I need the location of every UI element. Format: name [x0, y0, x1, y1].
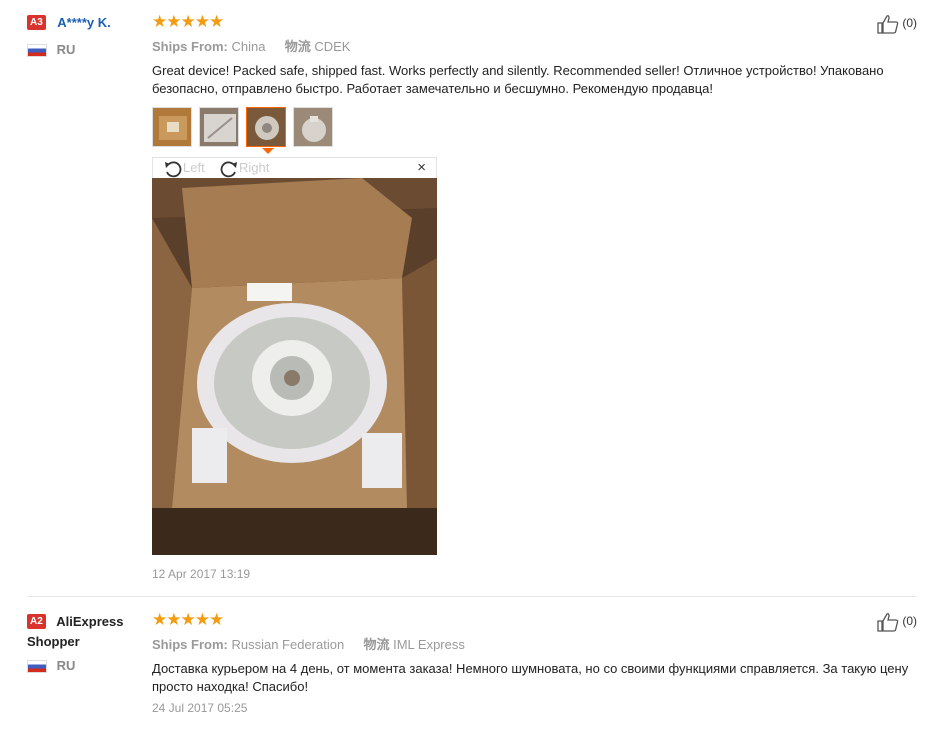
reviewer-country: RU: [27, 658, 147, 673]
review-item: A2 AliExpress Shopper RU ★★★★★ Ships Fro…: [0, 598, 950, 729]
ships-from-value: China: [231, 39, 266, 54]
photo-thumbnail[interactable]: [152, 107, 192, 147]
ships-from-value: Russian Federation: [231, 637, 345, 652]
reviewer-info: A2 AliExpress Shopper RU: [27, 612, 147, 673]
photo-viewer-toolbar: Left Right ×: [152, 157, 437, 179]
helpful-button[interactable]: (0): [876, 612, 917, 632]
ships-from-label: Ships From:: [152, 39, 228, 54]
review-date: 24 Jul 2017 05:25: [152, 701, 248, 715]
ships-from-label: Ships From:: [152, 637, 228, 652]
logistics-label: 物流: [284, 39, 311, 54]
logistics-label: 物流: [363, 637, 390, 652]
star-rating: ★★★★★: [152, 12, 224, 31]
close-viewer-button[interactable]: ×: [417, 158, 426, 178]
thumbs-up-icon: [877, 15, 899, 34]
helpful-button[interactable]: (0): [876, 14, 917, 34]
review-text: Great device! Packed safe, shipped fast.…: [152, 63, 884, 96]
helpful-count: (0): [902, 16, 917, 31]
rotate-right-icon: [220, 161, 237, 177]
photo-thumbnail[interactable]: [199, 107, 239, 147]
rotate-left-label: Left: [183, 160, 205, 175]
review-text: Доставка курьером на 4 день, от момента …: [152, 661, 909, 694]
photo-viewer: Left Right ×: [152, 157, 437, 555]
reviewer-country: RU: [27, 42, 147, 58]
buyer-level-badge: A3: [27, 15, 46, 31]
rotate-right-label: Right: [239, 160, 270, 175]
country-code: RU: [56, 657, 76, 673]
country-code: RU: [56, 42, 76, 57]
rotate-left-icon: [165, 161, 182, 177]
review-photo-thumbnails: [152, 107, 912, 154]
helpful-count: (0): [902, 614, 917, 629]
shipping-info: Ships From: China 物流 CDEK: [152, 36, 912, 55]
rotate-left-button[interactable]: Left: [163, 158, 205, 178]
shipping-info: Ships From: Russian Federation 物流 IML Ex…: [152, 634, 912, 653]
review-date: 12 Apr 2017 13:19: [152, 567, 251, 581]
review-divider: [27, 596, 917, 597]
photo-thumbnail-selected[interactable]: [246, 107, 286, 147]
rotate-right-button[interactable]: Right: [219, 158, 269, 178]
logistics-value: IML Express: [393, 637, 465, 652]
review-photo-large: [152, 178, 437, 555]
russia-flag-icon: [27, 659, 47, 673]
review-item: A3 A****y K. RU ★★★★★ Ships From: China …: [0, 0, 950, 596]
photo-thumbnail[interactable]: [293, 107, 333, 147]
logistics-value: CDEK: [314, 39, 351, 54]
reviewer-info: A3 A****y K. RU: [27, 14, 147, 58]
star-rating: ★★★★★: [152, 610, 224, 629]
reviewer-name[interactable]: A****y K.: [57, 15, 110, 30]
review-content: ★★★★★ Ships From: Russian Federation 物流 …: [152, 610, 912, 696]
thumbs-up-icon: [877, 613, 899, 632]
buyer-level-badge: A2: [27, 614, 46, 630]
russia-flag-icon: [27, 44, 47, 58]
review-content: ★★★★★ Ships From: China 物流 CDEK Great de…: [152, 12, 912, 154]
selected-thumb-caret: [262, 148, 274, 154]
